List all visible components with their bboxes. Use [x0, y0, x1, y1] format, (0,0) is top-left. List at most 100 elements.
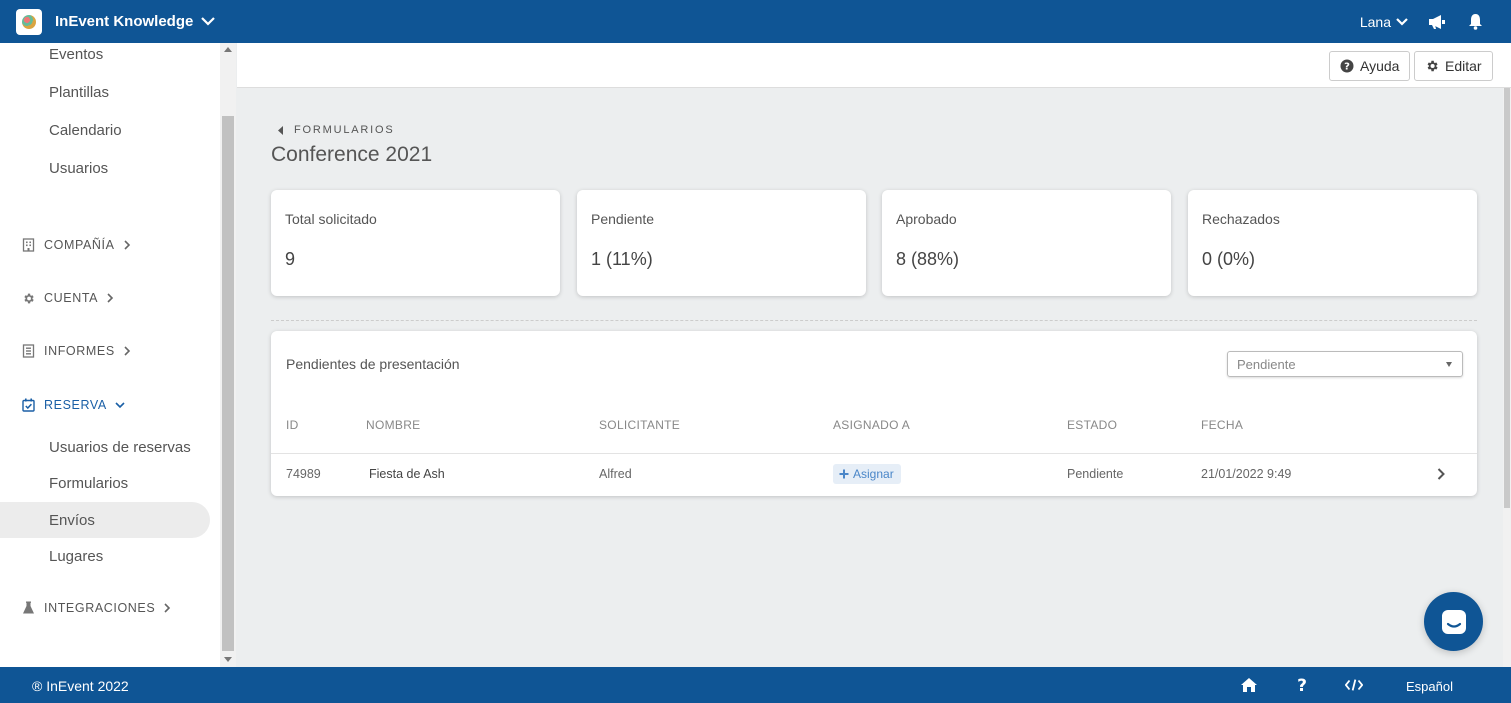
sidebar-section-label: RESERVA: [44, 398, 107, 412]
footer: ® InEvent 2022 ? Español: [0, 667, 1511, 703]
copyright-text: ® InEvent 2022: [32, 678, 129, 694]
chevron-down-icon[interactable]: [200, 13, 216, 29]
assign-label: Asignar: [853, 467, 894, 481]
gear-icon: [24, 293, 34, 303]
caret-down-icon: [1446, 362, 1452, 367]
stat-card-pending: Pendiente 1 (11%): [577, 190, 866, 296]
edit-label: Editar: [1445, 58, 1482, 74]
section-divider: [271, 320, 1477, 321]
stat-card-total: Total solicitado 9: [271, 190, 560, 296]
column-header-assigned: ASIGNADO A: [833, 418, 911, 432]
sidebar: Eventos Plantillas Calendario Usuarios C…: [0, 43, 220, 667]
bell-icon[interactable]: [1465, 12, 1485, 32]
sidebar-item-eventos[interactable]: Eventos: [49, 46, 103, 63]
sidebar-section-account[interactable]: CUENTA: [22, 291, 123, 305]
sidebar-item-usuarios[interactable]: Usuarios: [49, 160, 108, 177]
content-scroll-thumb[interactable]: [1504, 88, 1510, 508]
chevron-right-icon: [123, 240, 130, 250]
svg-text:?: ?: [1297, 677, 1307, 693]
status-filter-select[interactable]: Pendiente: [1227, 351, 1463, 377]
language-selector[interactable]: Español: [1406, 679, 1453, 694]
column-header-name: NOMBRE: [366, 418, 421, 432]
page-title: Conference 2021: [271, 143, 433, 166]
help-label: Ayuda: [1360, 58, 1400, 74]
row-date: 21/01/2022 9:49: [1201, 467, 1292, 481]
chat-launcher-button[interactable]: [1424, 592, 1483, 651]
sidebar-item-calendario[interactable]: Calendario: [49, 122, 122, 139]
sidebar-section-label: CUENTA: [44, 291, 99, 305]
active-item-highlight: [0, 502, 210, 538]
scroll-down-arrow-icon[interactable]: [224, 657, 232, 662]
plus-icon: [839, 469, 849, 479]
home-icon[interactable]: [1240, 676, 1258, 694]
stat-value: 9: [285, 249, 296, 269]
panel-title: Pendientes de presentación: [286, 356, 460, 372]
column-header-status: ESTADO: [1067, 418, 1118, 432]
chevron-right-icon: [107, 293, 114, 303]
sidebar-section-reports[interactable]: INFORMES: [22, 344, 140, 358]
company-name: InEvent Knowledge: [55, 13, 194, 30]
sidebar-section-company[interactable]: COMPAÑÍA: [22, 238, 140, 252]
edit-button[interactable]: Editar: [1414, 51, 1493, 81]
megaphone-icon[interactable]: [1427, 12, 1447, 32]
stat-value: 1 (11%): [591, 249, 653, 269]
sidebar-section-booking[interactable]: RESERVA: [22, 398, 134, 412]
status-filter-value: Pendiente: [1237, 357, 1296, 372]
chevron-down-icon: [115, 402, 125, 409]
main-content: FORMULARIOS Conference 2021 Total solici…: [237, 88, 1503, 667]
stat-card-approved: Aprobado 8 (88%): [882, 190, 1171, 296]
flask-icon: [23, 601, 34, 614]
sidebar-section-label: INTEGRACIONES: [44, 601, 156, 615]
sidebar-scrollbar[interactable]: [220, 43, 236, 667]
code-icon[interactable]: [1345, 676, 1363, 694]
column-header-requester: SOLICITANTE: [599, 418, 681, 432]
breadcrumb[interactable]: FORMULARIOS: [278, 124, 394, 136]
chat-icon: [1441, 609, 1466, 634]
sidebar-section-label: COMPAÑÍA: [44, 238, 115, 252]
gear-icon: [1427, 60, 1438, 72]
row-name: Fiesta de Ash: [369, 467, 445, 481]
sidebar-item-plantillas[interactable]: Plantillas: [49, 84, 109, 101]
user-chevron-down-icon[interactable]: [1395, 15, 1409, 29]
breadcrumb-label: FORMULARIOS: [294, 124, 395, 136]
building-icon: [22, 238, 35, 252]
content-scrollbar[interactable]: [1503, 88, 1511, 667]
chevron-right-icon: [164, 603, 171, 613]
row-id: 74989: [286, 467, 321, 481]
row-status: Pendiente: [1067, 467, 1124, 481]
page-header: ? Ayuda Editar: [237, 43, 1511, 88]
chevron-right-icon[interactable]: [1436, 467, 1446, 481]
row-requester: Alfred: [599, 467, 632, 481]
question-icon[interactable]: ?: [1293, 676, 1311, 694]
sidebar-section-label: INFORMES: [44, 344, 115, 358]
sidebar-item-lugares[interactable]: Lugares: [49, 548, 103, 565]
stat-value: 8 (88%): [896, 249, 960, 269]
question-circle-icon: ?: [1340, 59, 1354, 73]
caret-left-icon: [278, 125, 283, 135]
chevron-right-icon: [124, 346, 130, 356]
stat-value: 0 (0%): [1202, 249, 1256, 269]
scroll-up-arrow-icon[interactable]: [224, 47, 232, 52]
column-header-date: FECHA: [1201, 418, 1244, 432]
company-switcher[interactable]: InEvent Knowledge: [0, 0, 236, 43]
submissions-panel: Pendientes de presentación Pendiente ID …: [271, 331, 1477, 496]
table-row-divider: [271, 453, 1477, 454]
stat-card-rejected: Rechazados 0 (0%): [1188, 190, 1477, 296]
top-bar: InEvent Knowledge Lana: [0, 0, 1511, 43]
sidebar-scroll-thumb[interactable]: [222, 116, 234, 651]
sidebar-item-formularios[interactable]: Formularios: [49, 475, 128, 492]
stat-label: Aprobado: [896, 211, 957, 227]
calendar-check-icon: [22, 398, 35, 412]
company-logo: [16, 8, 42, 35]
stat-label: Rechazados: [1202, 211, 1280, 227]
sidebar-item-usuarios-reservas[interactable]: Usuarios de reservas: [49, 439, 191, 456]
stat-label: Total solicitado: [285, 211, 377, 227]
svg-text:?: ?: [1344, 62, 1350, 73]
stat-label: Pendiente: [591, 211, 655, 227]
report-icon: [22, 344, 35, 358]
user-menu[interactable]: Lana: [1360, 14, 1391, 30]
help-button[interactable]: ? Ayuda: [1329, 51, 1411, 81]
assign-button[interactable]: Asignar: [833, 464, 901, 484]
sidebar-item-envios[interactable]: Envíos: [49, 512, 95, 529]
sidebar-section-integrations[interactable]: INTEGRACIONES: [22, 601, 180, 615]
